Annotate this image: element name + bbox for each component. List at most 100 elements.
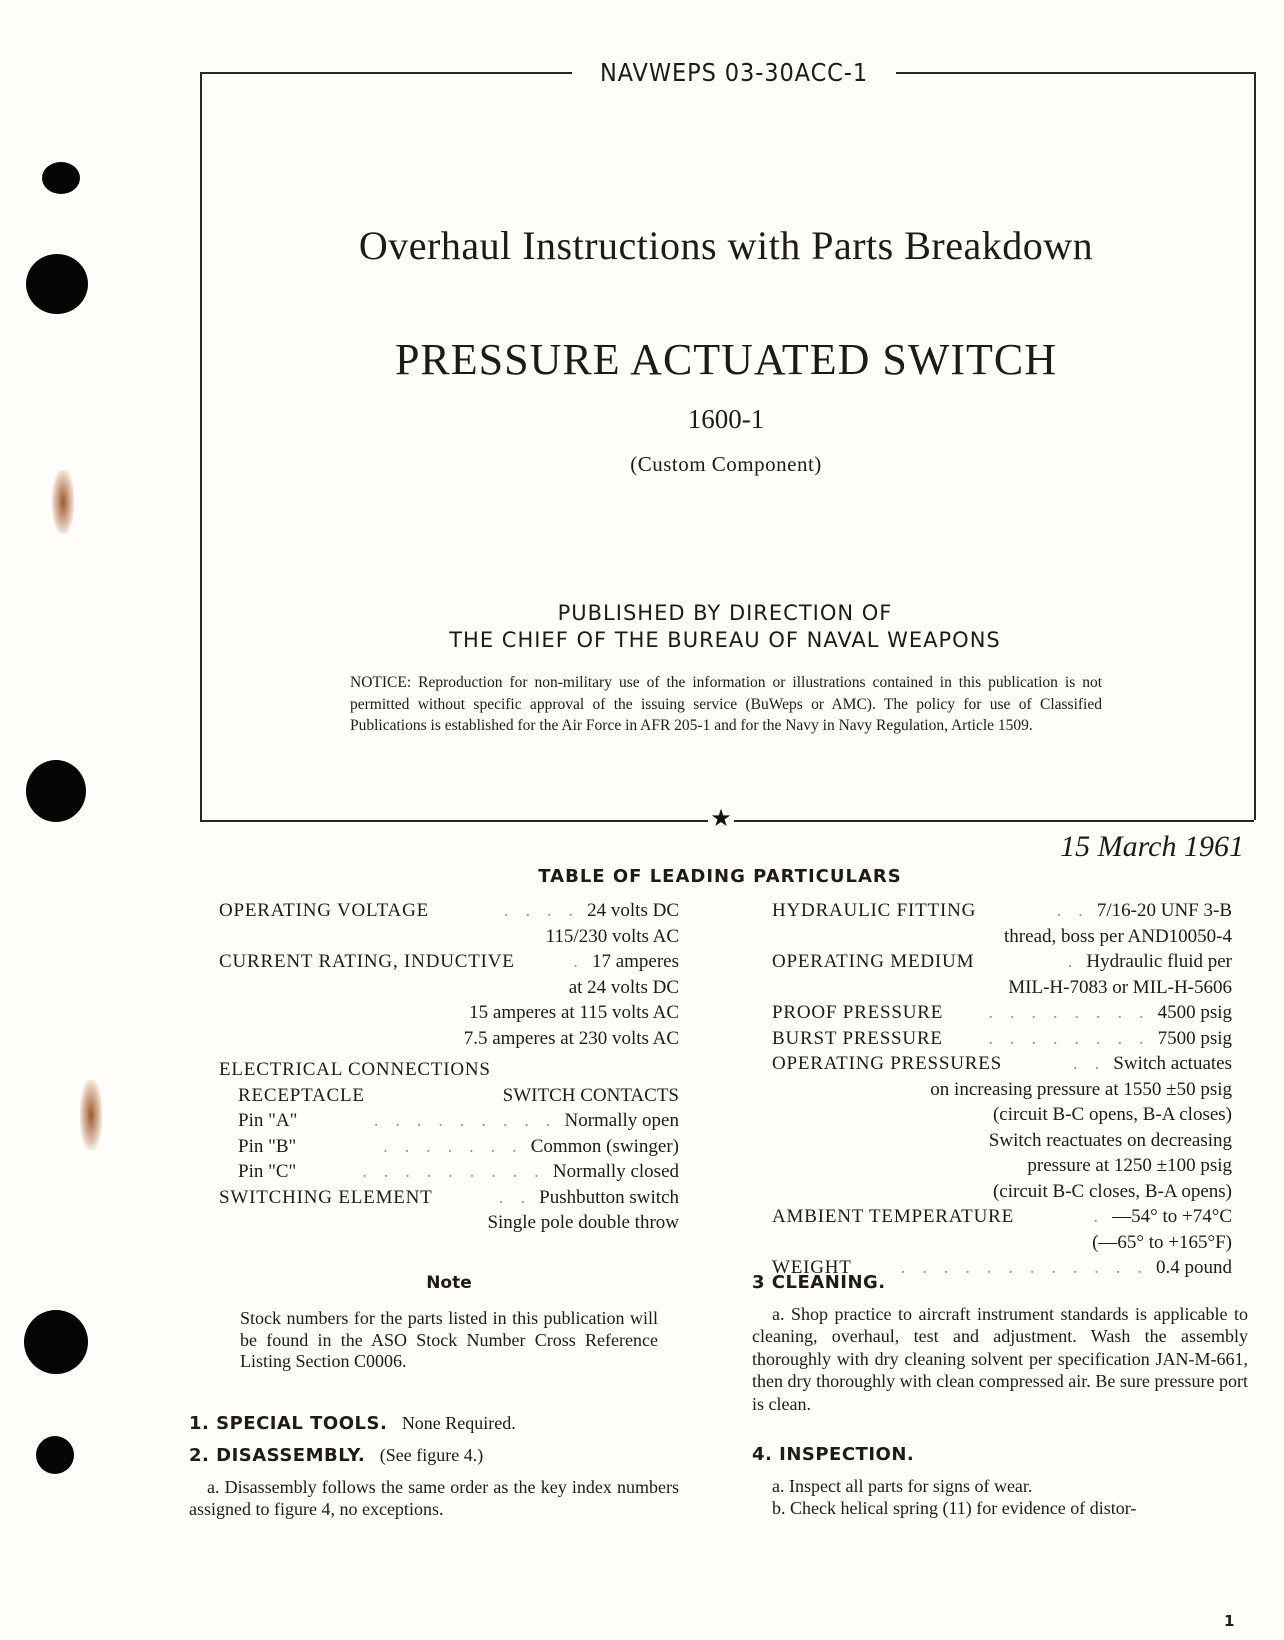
section-text: (See figure 4.) xyxy=(379,1445,484,1465)
section-paragraph: a. Inspect all parts for signs of wear. xyxy=(772,1475,1033,1496)
leader-dots: . xyxy=(573,951,584,972)
particular-label: BURST PRESSURE xyxy=(772,1027,943,1049)
publication-number: NAVWEPS 03-30ACC-1 xyxy=(599,58,869,87)
section-heading: 3 CLEANING. xyxy=(752,1272,886,1293)
section-heading: 4. INSPECTION. xyxy=(752,1444,915,1465)
note-body: Stock numbers for the parts listed in th… xyxy=(240,1308,658,1371)
section-disassembly: 2. DISASSEMBLY. (See figure 4.) a. Disas… xyxy=(189,1444,679,1521)
leader-dots: . . . . . . . . xyxy=(988,1027,1150,1049)
binder-hole xyxy=(36,1436,74,1474)
particular-cont: 7.5 amperes at 230 volts AC xyxy=(463,1027,679,1049)
published-line-1: PUBLISHED BY DIRECTION OF xyxy=(557,601,893,625)
particular-cont: (circuit B-C opens, B-A closes) xyxy=(992,1104,1232,1125)
particular-label: OPERATING VOLTAGE xyxy=(219,900,430,921)
section-heading: 1. SPECIAL TOOLS. xyxy=(189,1413,388,1434)
pin-name: Pin "C" xyxy=(238,1161,297,1182)
particular-value: 24 volts DC xyxy=(587,900,679,921)
page-number: 1 xyxy=(1224,1612,1235,1630)
leader-dots: . . xyxy=(498,1186,532,1208)
section-paragraph: a. Shop practice to aircraft instrument … xyxy=(752,1303,1248,1414)
particular-cont: 15 amperes at 115 volts AC xyxy=(469,1002,679,1023)
section-paragraph: a. Disassembly follows the same order as… xyxy=(189,1476,679,1520)
particular-cont: pressure at 1250 ±100 psig xyxy=(1027,1155,1232,1176)
frame-rule xyxy=(896,72,1254,74)
leader-dots: . . xyxy=(1073,1053,1106,1074)
particular-cont: Single pole double throw xyxy=(487,1212,679,1233)
leader-dots: . . . . xyxy=(503,900,580,921)
particular-label: HYDRAULIC FITTING xyxy=(772,900,977,921)
leader-dots: . . xyxy=(1056,900,1089,921)
leader-dots: . xyxy=(1067,951,1079,972)
particular-row: OPERATING PRESSURES . . Switch actuates xyxy=(772,1051,1232,1077)
col-switch-contacts: SWITCH CONTACTS xyxy=(502,1084,679,1106)
particular-row: OPERATING MEDIUM . Hydraulic fluid per xyxy=(772,949,1232,975)
particulars-left: OPERATING VOLTAGE . . . . 24 volts DC 11… xyxy=(219,898,679,1236)
particular-row: AMBIENT TEMPERATURE . —54° to +74°C xyxy=(772,1204,1232,1230)
document-title: Overhaul Instructions with Parts Breakdo… xyxy=(358,223,1094,268)
pin-name: Pin "B" xyxy=(238,1135,297,1157)
particular-row: HYDRAULIC FITTING . . 7/16-20 UNF 3-B xyxy=(772,898,1232,924)
binder-hole xyxy=(24,1310,88,1374)
section-special-tools: 1. SPECIAL TOOLS. None Required. xyxy=(189,1412,679,1436)
particular-value: 17 amperes xyxy=(591,951,679,972)
frame-rule xyxy=(200,72,572,74)
particular-label: OPERATING MEDIUM xyxy=(772,951,975,972)
binder-hole xyxy=(42,162,80,194)
published-line-2: THE CHIEF OF THE BUREAU OF NAVAL WEAPONS xyxy=(449,628,1001,652)
section-heading: 2. DISASSEMBLY. xyxy=(189,1445,366,1466)
manufacturer: (Custom Component) xyxy=(630,452,822,476)
particular-cont: (—65° to +165°F) xyxy=(1092,1231,1232,1253)
pin-contact: Normally closed xyxy=(552,1161,679,1182)
particular-label: CURRENT RATING, INDUCTIVE xyxy=(219,951,515,972)
leader-dots: . . . . . . . xyxy=(382,1135,523,1157)
particular-cont: Switch reactuates on decreasing xyxy=(988,1129,1232,1151)
pin-row: Pin "A" . . . . . . . . . Normally open xyxy=(219,1108,679,1134)
section-paragraph: b. Check helical spring (11) for evidenc… xyxy=(772,1498,1137,1518)
particular-cont: (circuit B-C closes, B-A opens) xyxy=(992,1180,1232,1202)
binder-hole xyxy=(26,760,86,822)
particular-label: ELECTRICAL CONNECTIONS xyxy=(219,1059,491,1080)
document-subject: PRESSURE ACTUATED SWITCH xyxy=(394,335,1058,384)
particular-row: CURRENT RATING, INDUCTIVE . 17 amperes xyxy=(219,949,679,975)
leader-dots: . . . . . . . . . xyxy=(373,1110,557,1131)
particular-label: SWITCHING ELEMENT xyxy=(219,1186,433,1208)
pin-contact: Normally open xyxy=(564,1110,679,1131)
section-cleaning: 3 CLEANING. a. Shop practice to aircraft… xyxy=(752,1272,1248,1415)
particular-value: 4500 psig xyxy=(1157,1002,1232,1023)
particular-cont: at 24 volts DC xyxy=(568,976,679,998)
rust-stain xyxy=(52,470,74,534)
particular-label: OPERATING PRESSURES xyxy=(772,1053,1003,1074)
publication-date: 15 March 1961 xyxy=(1060,830,1244,863)
leader-dots: . . . . . . . . xyxy=(988,1002,1150,1023)
rust-stain xyxy=(80,1080,102,1150)
section-inspection: 4. INSPECTION. a. Inspect all parts for … xyxy=(752,1444,1248,1520)
part-number: 1600-1 xyxy=(687,404,765,434)
note-heading: Note xyxy=(426,1273,472,1293)
frame-rule xyxy=(200,820,708,822)
pin-row: Pin "C" . . . . . . . . . Normally close… xyxy=(219,1159,679,1185)
notice-text: NOTICE: Reproduction for non-military us… xyxy=(350,674,1102,734)
binder-hole xyxy=(26,254,88,314)
star-icon: ★ xyxy=(710,806,732,832)
particular-row: BURST PRESSURE . . . . . . . . 7500 psig xyxy=(772,1026,1232,1052)
table-title: TABLE OF LEADING PARTICULARS xyxy=(538,866,902,887)
leader-dots: . xyxy=(1093,1206,1105,1227)
pin-row: Pin "B" . . . . . . . Common (swinger) xyxy=(219,1134,679,1160)
particular-cont: 115/230 volts AC xyxy=(545,925,679,947)
particular-cont: thread, boss per AND10050-4 xyxy=(1004,925,1232,947)
particular-row: SWITCHING ELEMENT . . Pushbutton switch xyxy=(219,1185,679,1211)
pin-table-header: RECEPTACLE SWITCH CONTACTS xyxy=(219,1083,679,1109)
particular-value: 7/16-20 UNF 3-B xyxy=(1096,900,1232,921)
particular-value: Switch actuates xyxy=(1113,1053,1232,1074)
section-text: None Required. xyxy=(401,1413,516,1433)
particular-value: —54° to +74°C xyxy=(1112,1206,1232,1227)
particulars-right: HYDRAULIC FITTING . . 7/16-20 UNF 3-B th… xyxy=(772,898,1232,1281)
particular-row: PROOF PRESSURE . . . . . . . . 4500 psig xyxy=(772,1000,1232,1026)
particular-cont: on increasing pressure at 1550 ±50 psig xyxy=(930,1078,1232,1100)
frame-rule xyxy=(734,820,1254,822)
published-by: PUBLISHED BY DIRECTION OF THE CHIEF OF T… xyxy=(300,600,1150,654)
particular-value: Pushbutton switch xyxy=(539,1186,679,1208)
leader-dots: . . . . . . . . . xyxy=(362,1161,545,1182)
particular-value: 7500 psig xyxy=(1157,1027,1232,1049)
particular-cont: MIL-H-7083 or MIL-H-5606 xyxy=(1008,976,1232,998)
